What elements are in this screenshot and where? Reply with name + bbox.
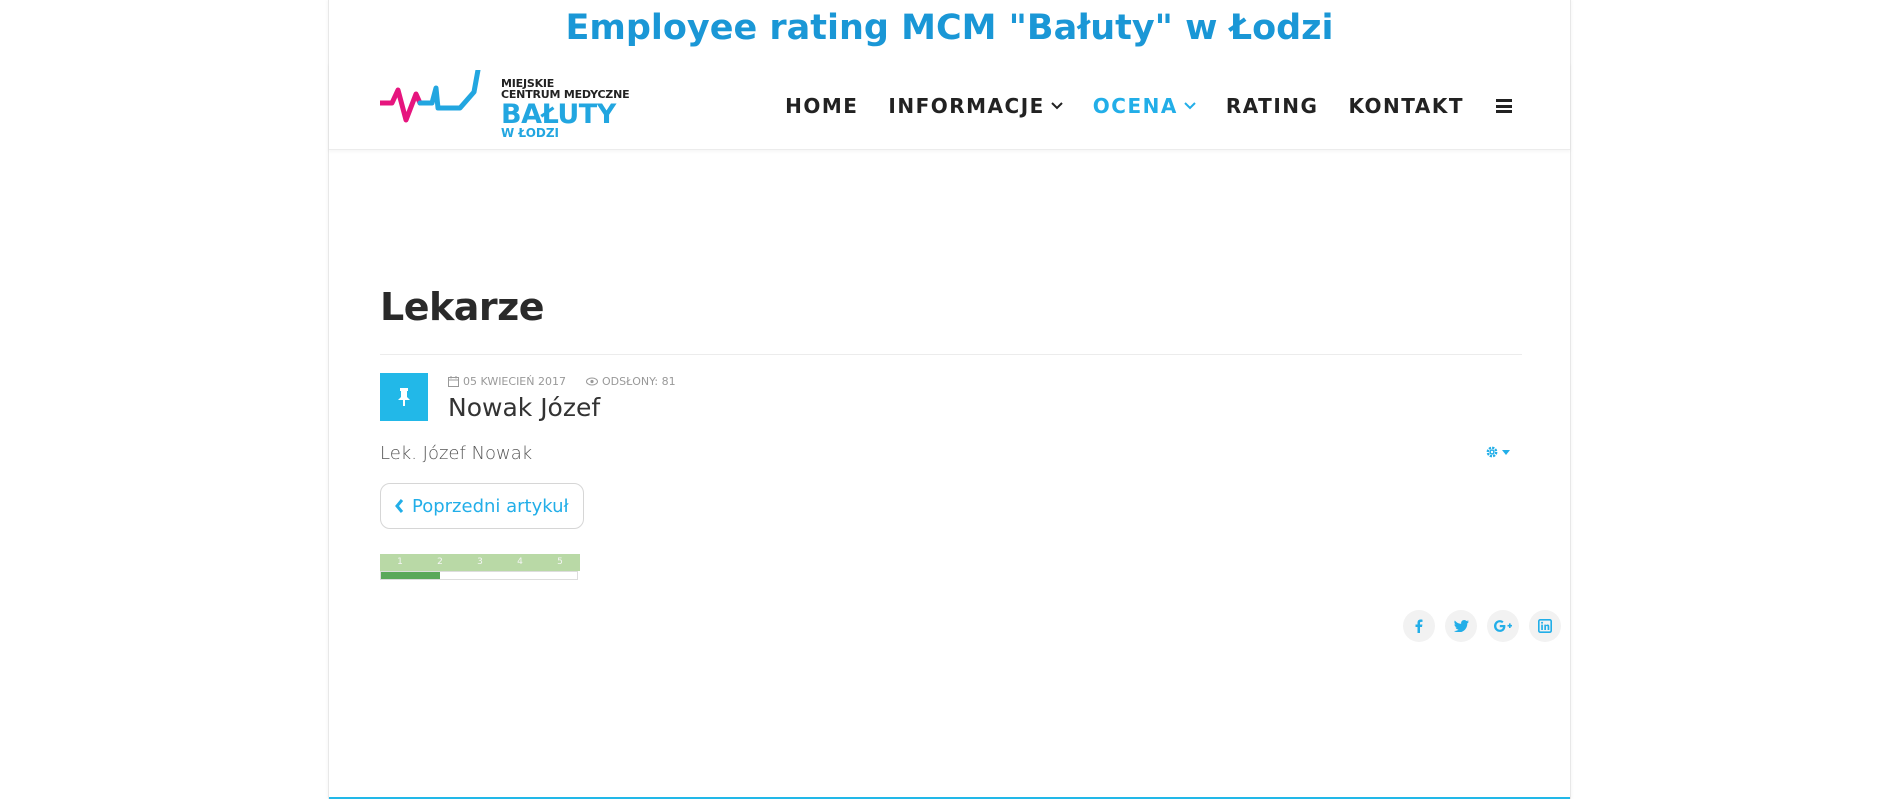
article-meta: 05 KWIECIEŃ 2017 ODSŁONY: 81 <box>448 375 696 388</box>
previous-article-label: Poprzedni artykuł <box>412 495 569 517</box>
facebook-icon <box>1415 619 1423 633</box>
twitter-icon <box>1453 620 1469 632</box>
nav-item-label: KONTAKT <box>1348 94 1464 118</box>
nav-item-informacje[interactable]: INFORMACJE <box>888 94 1063 118</box>
chevron-left-icon <box>395 499 404 513</box>
logo-line3: BAŁUTY <box>501 99 616 130</box>
rating-option-5[interactable]: 5 <box>540 554 580 571</box>
rating-option-2[interactable]: 2 <box>420 554 460 571</box>
logo-text: MIEJSKIE CENTRUM MEDYCZNE BAŁUTY W ŁODZI <box>501 78 630 139</box>
article-date-text: 05 KWIECIEŃ 2017 <box>463 375 566 388</box>
article-intro: Lek. Józef Nowak <box>380 443 533 464</box>
rating-option-3[interactable]: 3 <box>460 554 500 571</box>
nav-item-label: OCENA <box>1092 94 1178 118</box>
nav-item-home[interactable]: HOME <box>785 94 858 118</box>
rating-option-4[interactable]: 4 <box>500 554 540 571</box>
article-tools-button[interactable] <box>1485 445 1510 459</box>
page-container: Employee rating MCM "Bałuty" w Łodzi MIE… <box>328 0 1571 799</box>
nav-item-rating[interactable]: RATING <box>1226 94 1319 118</box>
rating-bar <box>380 571 578 580</box>
main-content: Lekarze 05 KWIECIEŃ 2017 ODSŁONY: 81 Now… <box>380 285 1522 580</box>
logo-heartbeat-icon <box>380 70 481 123</box>
article-header: 05 KWIECIEŃ 2017 ODSŁONY: 81 Nowak Józef <box>380 373 1522 428</box>
share-google-plus-button[interactable] <box>1487 610 1519 642</box>
site-logo[interactable]: MIEJSKIE CENTRUM MEDYCZNE BAŁUTY W ŁODZI <box>380 70 650 150</box>
page-title: Lekarze <box>380 285 545 329</box>
main-nav: HOME INFORMACJE OCENA RATING KONTAKT <box>755 94 1512 118</box>
chevron-down-icon <box>1051 102 1063 110</box>
calendar-icon <box>448 376 459 387</box>
linkedin-icon <box>1538 619 1552 633</box>
rating-option-1[interactable]: 1 <box>380 554 420 571</box>
featured-badge <box>380 373 428 421</box>
site-banner-title: Employee rating MCM "Bałuty" w Łodzi <box>565 8 1334 48</box>
nav-item-ocena[interactable]: OCENA <box>1093 94 1196 118</box>
article-intro-row: Lek. Józef Nowak <box>380 443 1522 473</box>
site-header: MIEJSKIE CENTRUM MEDYCZNE BAŁUTY W ŁODZI… <box>329 62 1570 150</box>
hamburger-icon[interactable] <box>1496 99 1512 113</box>
eye-icon <box>585 377 598 386</box>
thumbtack-icon <box>398 388 410 406</box>
google-plus-icon <box>1494 620 1512 632</box>
rating-scale: 1 2 3 4 5 <box>380 554 580 571</box>
nav-item-kontakt[interactable]: KONTAKT <box>1348 94 1464 118</box>
nav-item-label: INFORMACJE <box>888 94 1045 118</box>
nav-item-label: RATING <box>1225 94 1319 118</box>
chevron-down-icon <box>1184 102 1196 110</box>
article-title[interactable]: Nowak Józef <box>448 393 600 422</box>
article-views-text: ODSŁONY: 81 <box>601 375 676 388</box>
share-facebook-button[interactable] <box>1403 610 1435 642</box>
divider <box>380 354 1522 355</box>
nav-item-label: HOME <box>785 94 859 118</box>
share-linkedin-button[interactable] <box>1529 610 1561 642</box>
rating-widget[interactable]: 1 2 3 4 5 <box>380 554 580 580</box>
article-date: 05 KWIECIEŃ 2017 <box>448 375 566 388</box>
caret-down-icon <box>1502 449 1510 455</box>
share-twitter-button[interactable] <box>1445 610 1477 642</box>
previous-article-button[interactable]: Poprzedni artykuł <box>380 483 584 529</box>
article-views: ODSŁONY: 81 <box>585 375 676 388</box>
rating-bar-fill <box>381 572 440 579</box>
social-share <box>1393 610 1561 642</box>
gear-icon <box>1486 446 1498 458</box>
